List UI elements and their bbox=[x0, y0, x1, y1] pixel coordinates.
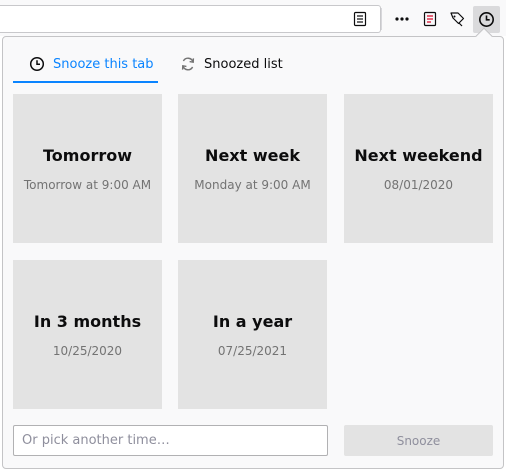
option-title: Tomorrow bbox=[43, 145, 132, 165]
sync-icon bbox=[181, 57, 195, 71]
option-title: Next week bbox=[205, 145, 300, 165]
snooze-button[interactable]: Snooze bbox=[344, 425, 493, 456]
clock-icon bbox=[479, 12, 494, 27]
snooze-option-next-weekend[interactable]: Next weekend 08/01/2020 bbox=[344, 94, 493, 243]
tab-label: Snooze this tab bbox=[53, 56, 154, 72]
snooze-option-in-a-year[interactable]: In a year 07/25/2021 bbox=[178, 260, 327, 409]
custom-time-input[interactable] bbox=[13, 425, 328, 456]
browser-toolbar bbox=[0, 0, 506, 36]
clock-icon bbox=[29, 56, 45, 72]
tag-icon[interactable] bbox=[449, 11, 465, 27]
tab-snoozed-list[interactable]: Snoozed list bbox=[180, 45, 320, 83]
tab-label: Snoozed list bbox=[204, 56, 283, 72]
url-bar[interactable] bbox=[0, 5, 381, 33]
snooze-option-next-week[interactable]: Next week Monday at 9:00 AM bbox=[178, 94, 327, 243]
snooze-option-tomorrow[interactable]: Tomorrow Tomorrow at 9:00 AM bbox=[13, 94, 162, 243]
option-time: 10/25/2020 bbox=[52, 343, 123, 358]
option-title: In a year bbox=[212, 311, 293, 331]
snooze-option-in-3-months[interactable]: In 3 months 10/25/2020 bbox=[13, 260, 162, 409]
pocket-list-icon[interactable] bbox=[422, 11, 438, 27]
option-time: Tomorrow at 9:00 AM bbox=[23, 177, 152, 192]
option-title: Next weekend bbox=[354, 145, 483, 165]
option-time: 07/25/2021 bbox=[217, 343, 288, 358]
snooze-toolbar-button[interactable] bbox=[473, 6, 500, 33]
more-actions-icon[interactable] bbox=[394, 11, 410, 27]
toolbar-separator bbox=[381, 8, 382, 30]
option-time: 08/01/2020 bbox=[383, 177, 454, 192]
option-time: Monday at 9:00 AM bbox=[194, 177, 311, 192]
reader-view-icon[interactable] bbox=[352, 11, 368, 27]
tab-snooze-this-tab[interactable]: Snooze this tab bbox=[13, 45, 158, 83]
option-title: In 3 months bbox=[33, 311, 142, 331]
